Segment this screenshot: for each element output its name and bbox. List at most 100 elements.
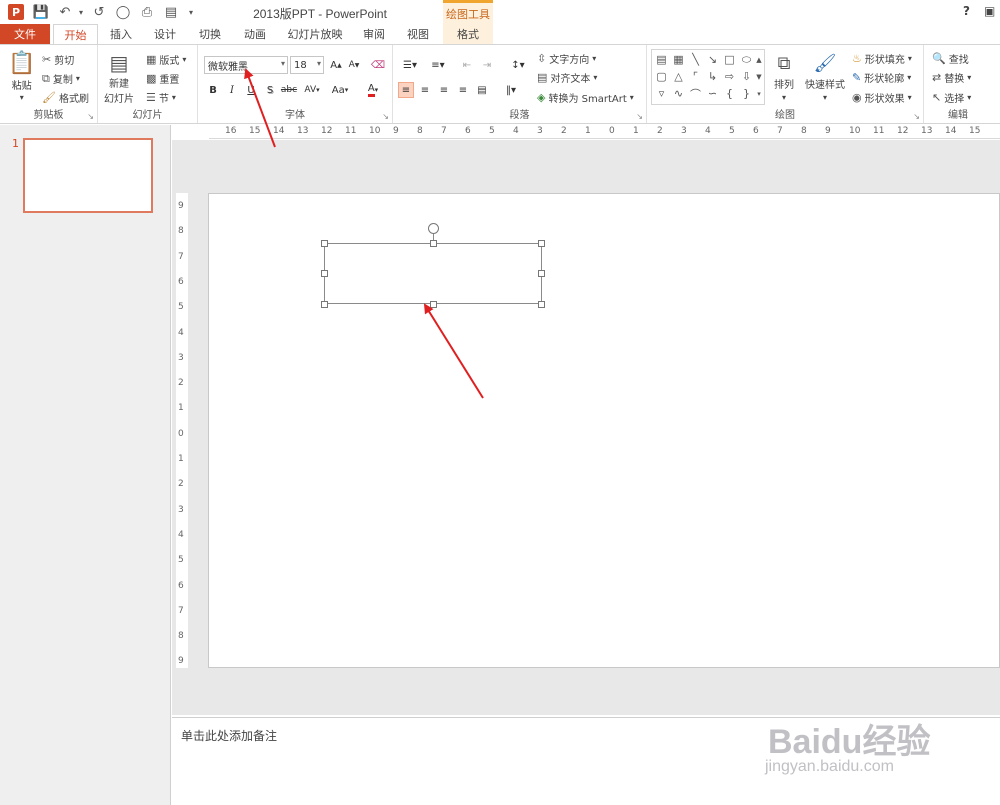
shape-line-icon[interactable]: ╲ bbox=[688, 52, 703, 67]
tab-transitions[interactable]: 切换 bbox=[193, 24, 227, 44]
vertical-ruler[interactable]: 9 8 7 6 5 4 3 2 1 0 1 2 3 4 5 6 7 8 9 bbox=[176, 193, 188, 668]
paste-button[interactable]: 📋 粘贴 ▾ bbox=[8, 51, 35, 102]
copy-button[interactable]: ⧉ 复制 ▾ bbox=[42, 71, 80, 87]
text-shadow-button[interactable]: S bbox=[262, 82, 278, 98]
justify-icon[interactable]: ≡ bbox=[455, 82, 471, 98]
underline-button[interactable]: U bbox=[243, 82, 259, 98]
tab-insert[interactable]: 插入 bbox=[104, 24, 138, 44]
increase-indent-icon[interactable]: ⇥ bbox=[479, 57, 495, 73]
shape-textbox-icon[interactable]: ▤ bbox=[654, 52, 669, 67]
align-right-icon[interactable]: ≡ bbox=[436, 82, 452, 98]
shape-elbow-arrow-icon[interactable]: ↳ bbox=[705, 69, 720, 84]
tab-design[interactable]: 设计 bbox=[148, 24, 182, 44]
gallery-scroll-down-icon[interactable]: ▼ bbox=[754, 69, 764, 84]
convert-smartart-button[interactable]: ◈ 转换为 SmartArt ▾ bbox=[537, 90, 634, 105]
selected-text-box[interactable] bbox=[324, 243, 542, 304]
resize-handle-bottom-right[interactable] bbox=[538, 301, 545, 308]
horizontal-ruler-tick: 12 bbox=[321, 126, 333, 136]
shape-effects-button[interactable]: ◉ 形状效果 ▾ bbox=[852, 90, 912, 105]
tab-view[interactable]: 视图 bbox=[401, 24, 435, 44]
align-text-button[interactable]: ▤ 对齐文本 ▾ bbox=[537, 70, 597, 85]
italic-button[interactable]: I bbox=[224, 82, 240, 98]
resize-handle-top-right[interactable] bbox=[538, 240, 545, 247]
shape-arrow-line-icon[interactable]: ↘ bbox=[705, 52, 720, 67]
new-slide-button[interactable]: ▤ 新建 幻灯片 bbox=[104, 51, 134, 105]
gallery-scroll-up-icon[interactable]: ▲ bbox=[754, 52, 764, 67]
tab-animations[interactable]: 动画 bbox=[238, 24, 272, 44]
font-launcher-icon[interactable]: ↘ bbox=[382, 112, 389, 121]
horizontal-ruler-tick: 9 bbox=[825, 126, 831, 136]
cut-button[interactable]: ✂ 剪切 bbox=[42, 52, 74, 67]
shape-arc-icon[interactable]: ⌒ bbox=[688, 86, 703, 101]
shape-rectangle-icon[interactable]: □ bbox=[722, 52, 737, 67]
tab-file[interactable]: 文件 bbox=[0, 24, 50, 44]
horizontal-ruler-tick: 15 bbox=[969, 126, 981, 136]
format-painter-button[interactable]: 🖌 格式刷 bbox=[42, 90, 89, 105]
bullets-icon[interactable]: ☰▾ bbox=[399, 57, 421, 73]
shape-scribble-icon[interactable]: ∿ bbox=[671, 86, 686, 101]
shape-vertical-textbox-icon[interactable]: ▦ bbox=[671, 52, 686, 67]
line-spacing-icon[interactable]: ↕▾ bbox=[507, 57, 529, 73]
resize-handle-top-left[interactable] bbox=[321, 240, 328, 247]
grow-font-button[interactable]: A ▲ bbox=[328, 57, 344, 73]
strikethrough-icon[interactable]: abc bbox=[281, 82, 297, 98]
resize-handle-top[interactable] bbox=[430, 240, 437, 247]
shape-outline-button[interactable]: ✎ 形状轮廓 ▾ bbox=[852, 70, 911, 85]
tab-format[interactable]: 格式 bbox=[443, 24, 493, 44]
horizontal-ruler-tick: 14 bbox=[945, 126, 957, 136]
group-label-editing: 编辑 bbox=[948, 110, 968, 121]
shape-rounded-rect-icon[interactable]: ▢ bbox=[654, 69, 669, 84]
font-color-button[interactable]: A ▾ bbox=[361, 82, 385, 98]
font-size-dropdown[interactable]: 18 ▾ bbox=[290, 56, 324, 74]
shape-left-brace-icon[interactable]: { bbox=[722, 86, 737, 101]
resize-handle-bottom[interactable] bbox=[430, 301, 437, 308]
tab-slideshow[interactable]: 幻灯片放映 bbox=[283, 24, 347, 44]
clear-formatting-icon[interactable]: ⌫ bbox=[370, 57, 386, 73]
replace-button[interactable]: ⇄ 替换 ▾ bbox=[932, 70, 971, 85]
shape-triangle-icon[interactable]: △ bbox=[671, 69, 686, 84]
decrease-indent-icon[interactable]: ⇤ bbox=[459, 57, 475, 73]
columns-icon[interactable]: ‖▾ bbox=[499, 82, 523, 98]
resize-handle-left[interactable] bbox=[321, 270, 328, 277]
resize-handle-right[interactable] bbox=[538, 270, 545, 277]
horizontal-ruler[interactable]: 16 15 14 13 12 11 10 9 8 7 6 5 4 3 2 1 0 1 2 3 4 5 6 7 8 9 10 11 12 1… bbox=[209, 125, 1000, 139]
shape-fill-button[interactable]: ♨ 形状填充 ▾ bbox=[852, 51, 912, 66]
select-button[interactable]: ↖ 选择 ▾ bbox=[932, 90, 971, 105]
paragraph-launcher-icon[interactable]: ↘ bbox=[636, 112, 643, 121]
shape-freeform-icon[interactable]: ▿ bbox=[654, 86, 669, 101]
quick-styles-button[interactable]: 🖌 快速样式 ▾ bbox=[805, 53, 845, 102]
layout-button[interactable]: ▦ 版式 ▾ bbox=[146, 52, 186, 67]
shape-curve-icon[interactable]: ∽ bbox=[705, 86, 720, 101]
shape-elbow-connector-icon[interactable]: ⌜ bbox=[688, 69, 703, 84]
shape-right-brace-icon[interactable]: } bbox=[739, 86, 754, 101]
slide-thumbnail-pane[interactable]: 1 bbox=[0, 125, 171, 805]
arrange-button[interactable]: ⧉ 排列 ▾ bbox=[774, 53, 794, 102]
clipboard-launcher-icon[interactable]: ↘ bbox=[87, 112, 94, 121]
character-spacing-button[interactable]: AV ▾ bbox=[301, 82, 323, 98]
reset-button[interactable]: ▩ 重置 bbox=[146, 71, 179, 86]
bold-button[interactable]: B bbox=[205, 82, 221, 98]
help-button[interactable]: ? bbox=[963, 4, 970, 18]
shape-oval-icon[interactable]: ⬭ bbox=[739, 52, 754, 67]
align-center-icon[interactable]: ≡ bbox=[417, 82, 433, 98]
align-left-icon[interactable]: ≡ bbox=[398, 82, 414, 98]
shape-right-arrow-icon[interactable]: ⇨ bbox=[722, 69, 737, 84]
tab-review[interactable]: 审阅 bbox=[357, 24, 391, 44]
font-family-dropdown[interactable]: 微软雅黑 ▾ bbox=[204, 56, 288, 74]
shape-down-arrow-icon[interactable]: ⇩ bbox=[739, 69, 754, 84]
find-button[interactable]: 🔍 查找 bbox=[932, 51, 969, 66]
drawing-launcher-icon[interactable]: ↘ bbox=[913, 112, 920, 121]
ribbon-display-options-icon[interactable]: ▣ bbox=[984, 4, 995, 18]
numbering-icon[interactable]: ≡▾ bbox=[427, 57, 449, 73]
distributed-icon[interactable]: ▤ bbox=[474, 82, 490, 98]
section-button[interactable]: ☰ 节 ▾ bbox=[146, 90, 176, 105]
change-case-button[interactable]: Aa ▾ bbox=[328, 82, 352, 98]
tab-home[interactable]: 开始 bbox=[53, 24, 98, 45]
resize-handle-bottom-left[interactable] bbox=[321, 301, 328, 308]
slide-thumbnail[interactable] bbox=[23, 138, 153, 213]
text-direction-button[interactable]: ⇳ 文字方向 ▾ bbox=[537, 51, 596, 66]
rotate-handle-icon[interactable] bbox=[428, 223, 439, 234]
shrink-font-button[interactable]: A ▼ bbox=[346, 57, 362, 73]
gallery-more-icon[interactable]: ▾ bbox=[754, 86, 764, 101]
text-direction-dropdown-icon: ▾ bbox=[592, 54, 597, 63]
